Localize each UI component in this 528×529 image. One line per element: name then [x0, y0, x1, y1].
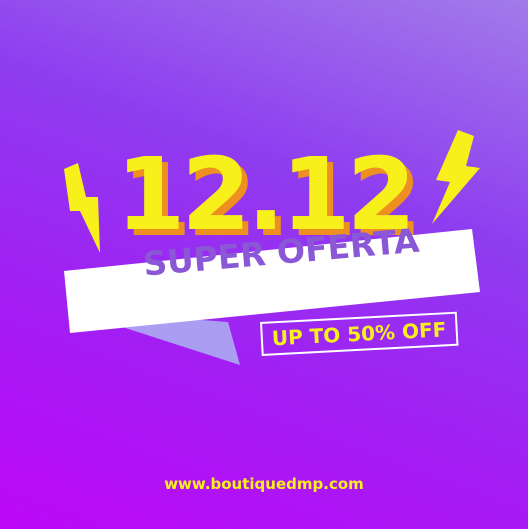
website-link[interactable]: www.boutiquedmp.com [0, 475, 528, 493]
